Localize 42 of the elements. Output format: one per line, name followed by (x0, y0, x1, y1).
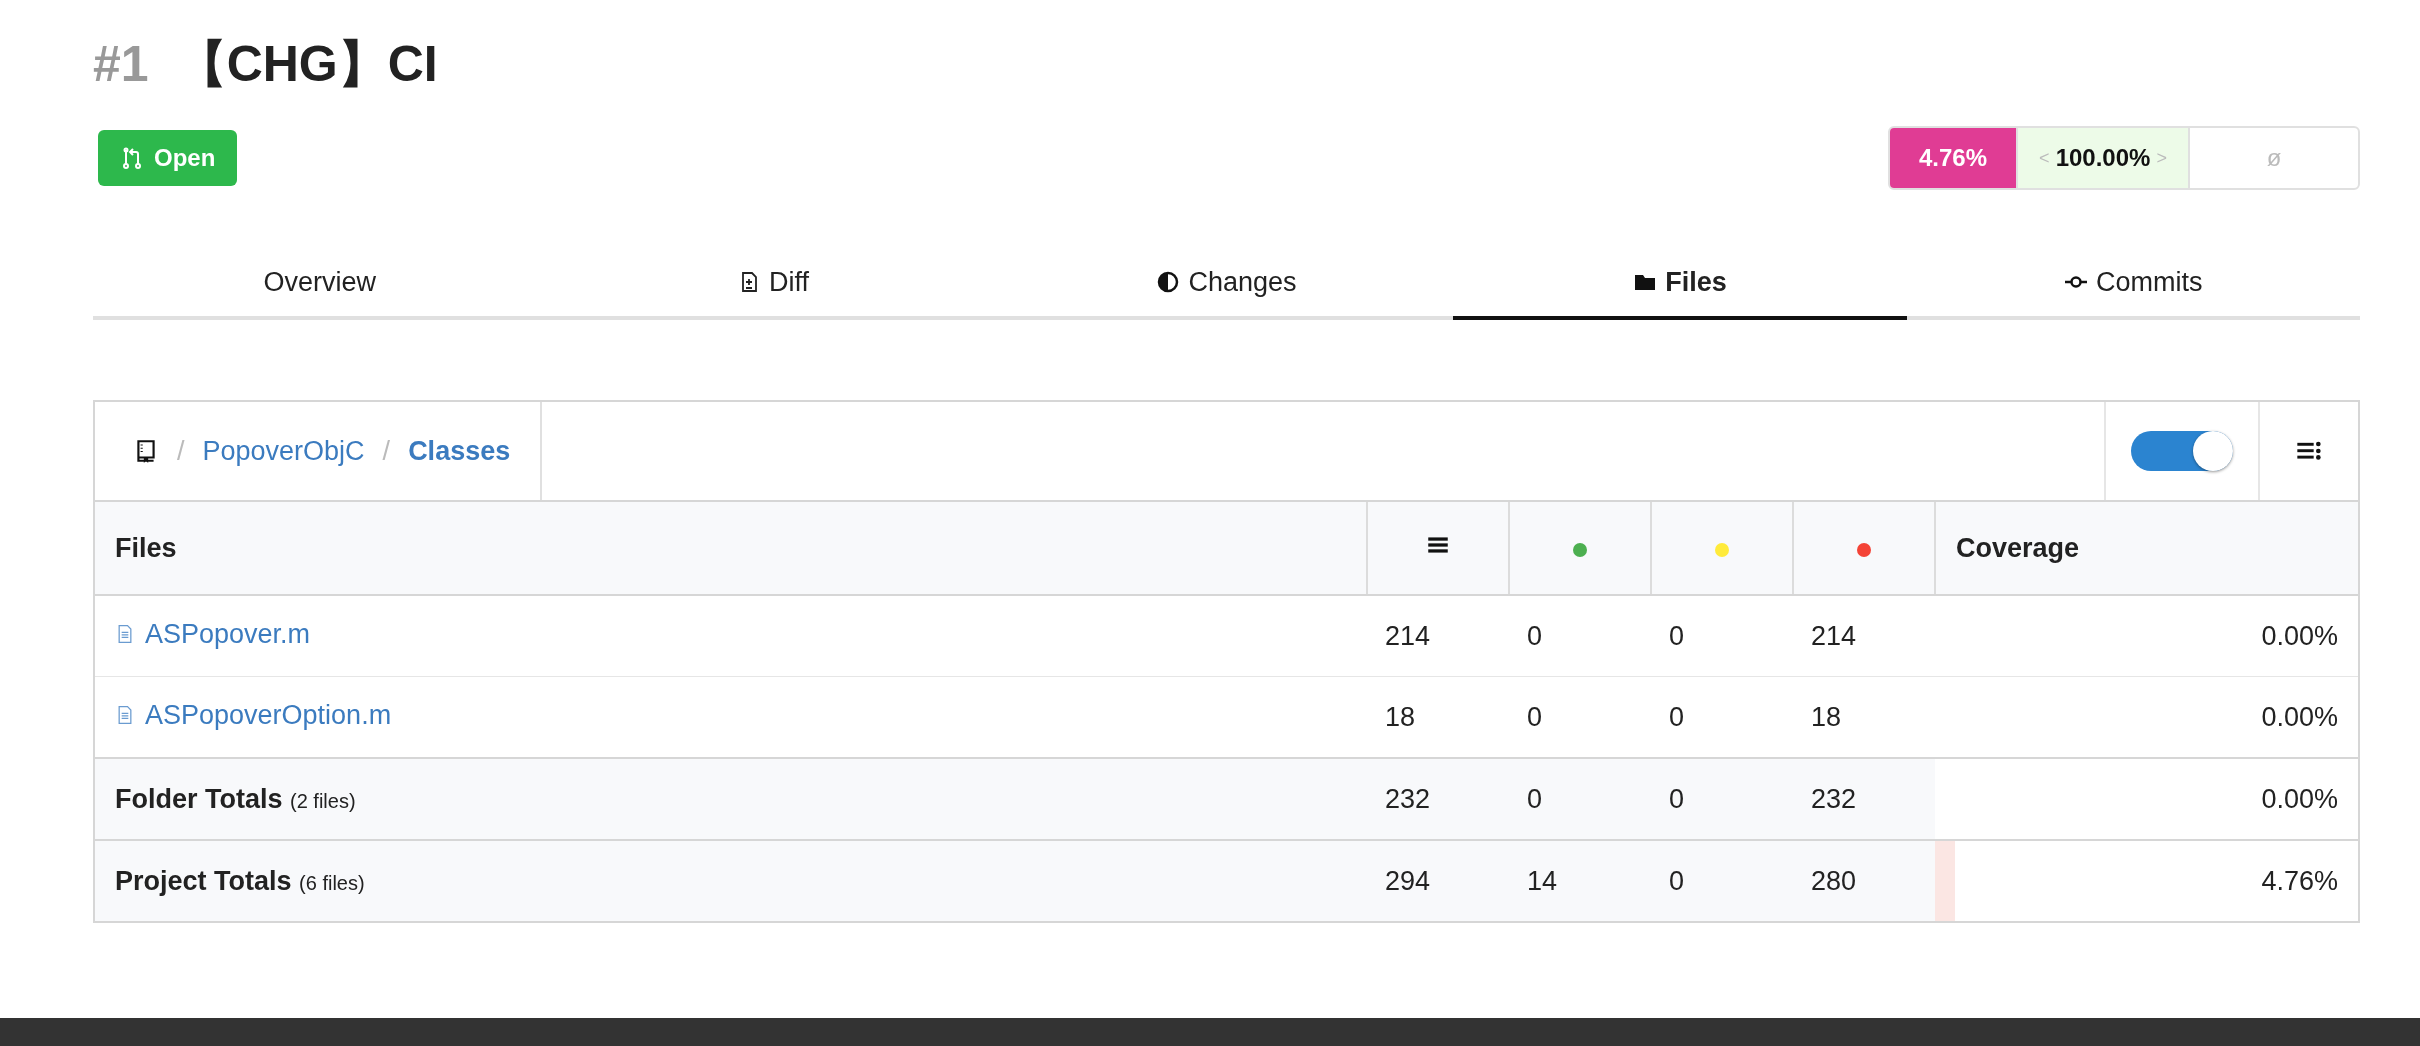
pull-title: 【CHG】CI (176, 34, 438, 94)
table-cell: 0 (1509, 595, 1651, 677)
table-cell: 294 (1367, 840, 1509, 921)
toggle-switch[interactable] (2131, 431, 2233, 471)
column-header: Coverage (1935, 502, 2358, 595)
compare-coverage: 100.00% (2055, 144, 2151, 172)
row-label: Folder Totals (115, 783, 283, 814)
tab[interactable]: Diff (546, 248, 1000, 320)
coverage-percent: 0.00% (2261, 701, 2338, 732)
table-cell: 0 (1651, 595, 1793, 677)
breadcrumb-separator: / (177, 435, 185, 467)
table-cell: 0 (1651, 758, 1793, 840)
table-cell: 232 (1793, 758, 1935, 840)
tab[interactable]: Files (1453, 248, 1907, 320)
table-cell: 0 (1651, 840, 1793, 921)
table-cell: 0 (1509, 758, 1651, 840)
file-count: (6 files) (299, 871, 365, 894)
tab[interactable]: Changes (999, 248, 1454, 320)
file-link[interactable]: ASPopoverOption.m (115, 699, 392, 731)
pull-request-icon (120, 145, 144, 171)
row-label: Project Totals (115, 865, 292, 896)
coverage-percent: 4.76% (2261, 865, 2338, 896)
breadcrumb-link[interactable]: PopoverObjC (202, 435, 365, 467)
coverage-value: 4.76% (1890, 128, 2016, 188)
tab[interactable]: Overview (93, 248, 547, 320)
breadcrumb-link[interactable]: Classes (408, 435, 511, 467)
tab[interactable]: Commits (1906, 248, 2361, 320)
breadcrumb-separator: / (382, 435, 391, 467)
column-header: Files (95, 502, 1367, 595)
table-cell: 14 (1509, 840, 1651, 921)
file-count: (2 files) (290, 789, 356, 812)
coverage-diff: ø (2265, 143, 2283, 173)
file-link[interactable]: ASPopover.m (115, 618, 311, 650)
contrast-icon (1156, 270, 1181, 294)
table-cell: 214 (1793, 595, 1935, 677)
table-cell: 280 (1793, 840, 1935, 921)
status-badge: Open (98, 130, 238, 186)
coverage-percent: 0.00% (2261, 620, 2338, 651)
table-cell: 214 (1367, 595, 1509, 677)
table-cell: 232 (1367, 758, 1509, 840)
pull-number: #1 (93, 35, 149, 93)
coverage-percent: 0.00% (2261, 783, 2338, 814)
